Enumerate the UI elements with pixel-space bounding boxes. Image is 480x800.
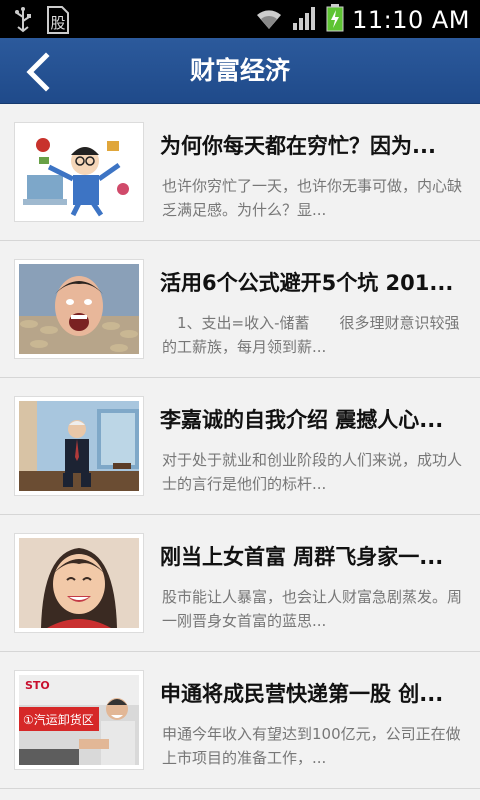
app-bar: 财富经济 [0, 38, 480, 104]
usb-icon [14, 7, 32, 37]
article-thumbnail-businessman-office [14, 396, 144, 496]
article-summary: 股市能让人暴富，也会让人财富急剧蒸发。周一刚晋身女首富的蓝思... [162, 588, 463, 630]
list-item-article-1[interactable]: 为何你每天都在穷忙？因为... 也许你穷忙了一天，也许你无事可做，内心缺乏满足感… [0, 104, 480, 241]
article-summary: 1、支出=收入-储蓄 很多理财意识较强的工薪族，每月领到薪... [162, 314, 460, 356]
article-title: 为何你每天都在穷忙？因为... [160, 134, 436, 158]
list-item-article-4[interactable]: 刚当上女首富 周群飞身家一... 股市能让人暴富，也会让人财富急剧蒸发。周一刚晋… [0, 515, 480, 652]
article-title: 申通将成民营快递第一股 创... [160, 682, 444, 706]
battery-charging-icon [326, 4, 344, 36]
article-title: 活用6个公式避开5个坑 201... [160, 271, 454, 295]
article-thumbnail-smiling-woman [14, 533, 144, 633]
list-item-article-2[interactable]: 活用6个公式避开5个坑 201... 1、支出=收入-储蓄 很多理财意识较强的工… [0, 241, 480, 378]
article-summary: 对于处于就业和创业阶段的人们来说，成功人士的言行是他们的标杆... [162, 451, 463, 493]
page-title: 财富经济 [189, 56, 290, 85]
wifi-icon [254, 5, 284, 35]
article-thumbnail-man-in-coins [14, 259, 144, 359]
svg-text:①汽运卸货区: ①汽运卸货区 [23, 712, 94, 727]
svg-text:股: 股 [50, 14, 65, 32]
status-time: 11:10 AM [352, 6, 470, 34]
article-summary: 也许你穷忙了一天，也许你无事可做，内心缺乏满足感。为什么？显... [162, 177, 463, 219]
signal-icon [292, 5, 318, 35]
list-item-article-5[interactable]: STO ①汽运卸货区 申通将成民营快递第一股 创... 申通今年收入有望达到10… [0, 652, 480, 789]
svg-text:STO: STO [25, 679, 50, 692]
stock-notification-icon: 股 [46, 6, 70, 38]
article-thumbnail-busy-man [14, 122, 144, 222]
list-bottom-edge [0, 790, 480, 800]
article-title: 李嘉诚的自我介绍 震撼人心... [160, 408, 444, 432]
article-summary: 申通今年收入有望达到100亿元，公司正在做上市项目的准备工作，... [162, 725, 461, 767]
status-bar: 股 11:10 AM [0, 0, 480, 38]
article-title: 刚当上女首富 周群飞身家一... [160, 545, 444, 569]
article-thumbnail-sto-express: STO ①汽运卸货区 [14, 670, 144, 770]
article-list: 为何你每天都在穷忙？因为... 也许你穷忙了一天，也许你无事可做，内心缺乏满足感… [0, 104, 480, 789]
list-item-article-3[interactable]: 李嘉诚的自我介绍 震撼人心... 对于处于就业和创业阶段的人们来说，成功人士的言… [0, 378, 480, 515]
